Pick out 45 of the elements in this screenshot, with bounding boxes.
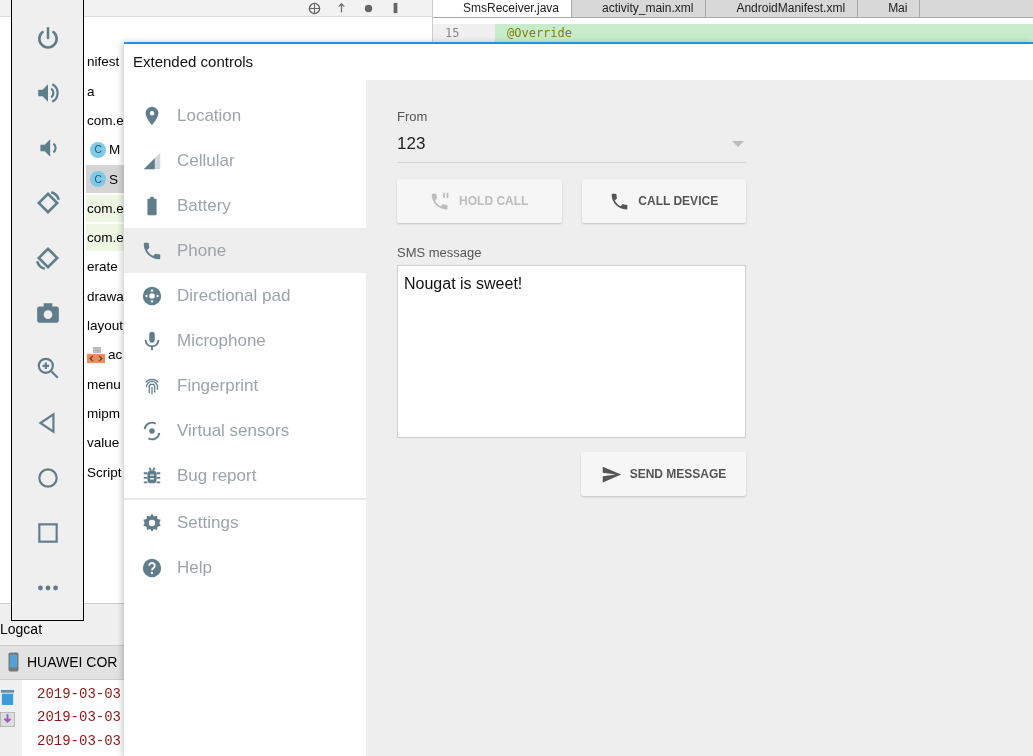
phone-device-icon <box>8 652 19 672</box>
tree-item[interactable]: com.e <box>86 194 124 223</box>
editor-tab[interactable]: activity_main.xml <box>572 0 707 17</box>
tree-item[interactable]: layout <box>86 311 124 340</box>
tree-item[interactable]: mipm <box>86 399 124 428</box>
call-device-button[interactable]: CALL DEVICE <box>581 179 746 223</box>
tree-item[interactable]: C S <box>86 165 124 193</box>
tree-item[interactable]: drawa <box>86 282 124 310</box>
from-dropdown[interactable]: 123 <box>397 126 746 163</box>
tree-item[interactable]: nifest <box>86 48 124 76</box>
class-icon: C <box>90 141 106 158</box>
send-message-button[interactable]: SEND MESSAGE <box>581 452 746 496</box>
class-icon: C <box>90 171 106 187</box>
panel-title: Logcat <box>0 620 43 637</box>
log-line: 2019-03-03 <box>37 685 122 704</box>
target-icon[interactable] <box>308 1 321 15</box>
tree-item[interactable]: com.e <box>86 223 124 252</box>
tree-item[interactable]: menu <box>86 370 124 398</box>
trash-icon[interactable] <box>0 687 15 705</box>
log-line: 2019-03-03 <box>37 709 122 727</box>
tree-item[interactable]: com.e <box>86 106 124 135</box>
rot-r-icon[interactable] <box>34 245 61 271</box>
editor-tab[interactable]: AndroidManifest.xml <box>706 0 859 17</box>
tree-item[interactable]: C M <box>86 136 124 164</box>
xml-file-icon <box>87 346 105 363</box>
caret-icon <box>732 141 744 147</box>
editor-tab[interactable]: SmsReceiver.java <box>433 0 573 17</box>
camera-icon[interactable] <box>34 300 61 326</box>
dpad-icon <box>141 284 163 307</box>
sms-message-field[interactable]: Nougat is sweet! <box>397 265 746 438</box>
window-title: Extended controls <box>132 52 255 72</box>
scroll-down-icon[interactable] <box>0 710 15 728</box>
field-label: From <box>397 109 429 124</box>
tree-item[interactable]: Script <box>86 458 124 486</box>
tree-item[interactable]: value <box>86 429 124 457</box>
field-label: SMS message <box>397 245 483 260</box>
editor-tab[interactable]: Mai <box>858 0 921 17</box>
rot-l-icon[interactable] <box>34 190 61 216</box>
device-selector[interactable]: HUAWEI COR <box>27 654 118 670</box>
tree-item[interactable]: ac <box>86 341 124 369</box>
tree-item[interactable]: erate <box>86 253 124 281</box>
help-icon <box>141 556 163 579</box>
tree-item[interactable]: a <box>86 77 124 105</box>
log-line: 2019-03-03 <box>37 732 122 751</box>
sensors-icon <box>141 419 163 442</box>
